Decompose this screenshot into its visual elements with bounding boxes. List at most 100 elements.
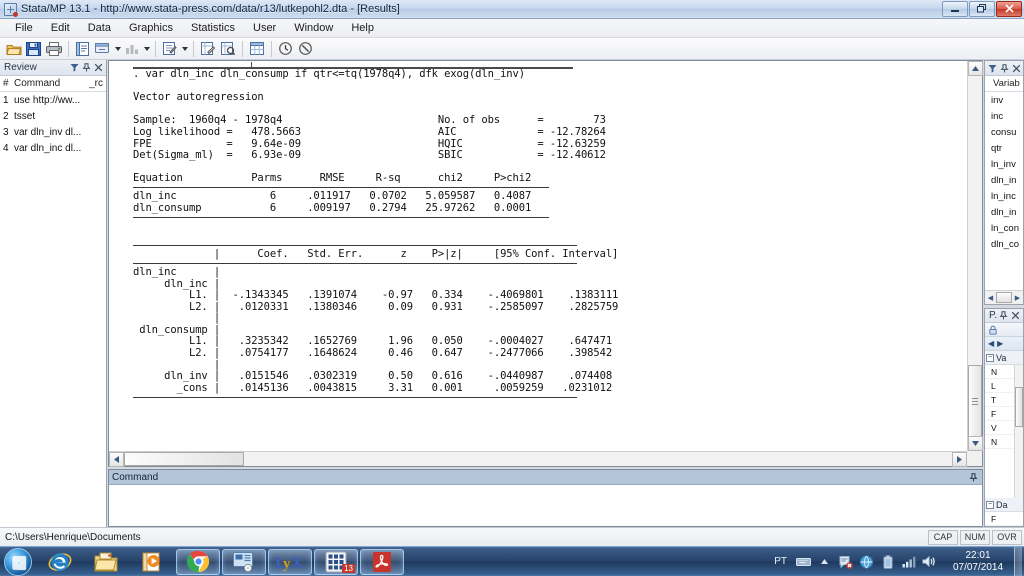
scroll-left-button[interactable]: ◀ [986,294,995,302]
taskbar-lyx-icon[interactable]: L y X [268,548,312,575]
review-row-command: var dln_inc dl... [14,142,82,154]
properties-group-label: Va [996,352,1007,363]
list-item[interactable]: dln_in [985,172,1023,188]
list-item[interactable]: qtr [985,140,1023,156]
graph-dropdown-arrow-icon[interactable] [142,39,151,58]
lock-icon[interactable] [987,324,999,336]
close-icon[interactable] [1010,62,1022,74]
data-browser-icon[interactable] [218,39,237,58]
clock-icon[interactable] [276,39,295,58]
properties-vscroll-thumb[interactable] [1015,387,1023,427]
clock-date: 07/07/2014 [952,561,1004,573]
keyboard-icon[interactable] [795,553,812,570]
review-row[interactable]: 3 var dln_inv dl... [0,124,106,140]
volume-icon[interactable] [921,553,938,570]
network-icon[interactable] [858,553,875,570]
variables-column-header[interactable]: Variab [985,76,1023,92]
pin-icon[interactable] [80,62,92,74]
properties-group-data[interactable]: − Da [985,498,1023,512]
taskbar-adobe-reader-icon[interactable] [360,548,404,575]
scroll-down-button[interactable] [968,436,983,451]
list-item[interactable]: dln_co [985,236,1023,252]
variables-hscroll-thumb[interactable] [996,292,1012,303]
show-hidden-icon[interactable] [816,553,833,570]
close-icon[interactable] [92,62,104,74]
list-item[interactable]: ln_inc [985,188,1023,204]
print-icon[interactable] [44,39,63,58]
review-row[interactable]: 2 tsset [0,108,106,124]
log-icon[interactable] [73,39,92,58]
collapse-icon[interactable]: − [986,353,994,362]
menu-edit[interactable]: Edit [42,20,79,36]
variables-manager-icon[interactable] [247,39,266,58]
review-row[interactable]: 4 var dln_inc dl... [0,140,106,156]
results-hscroll-thumb[interactable] [124,452,244,466]
taskbar-file-explorer-icon[interactable] [84,549,128,575]
taskbar-control-panel-icon[interactable] [222,548,266,575]
pin-icon[interactable] [997,310,1009,322]
battery-icon[interactable] [879,553,896,570]
menu-data[interactable]: Data [79,20,120,36]
taskbar-clock[interactable]: 22:01 07/07/2014 [946,550,1010,574]
scroll-left-button[interactable] [109,452,124,467]
do-editor-dropdown-arrow-icon[interactable] [180,39,189,58]
taskbar-google-chrome-icon[interactable] [176,548,220,575]
properties-back-button[interactable]: ◀ [988,339,994,348]
filter-icon[interactable] [986,62,998,74]
results-horizontal-scrollbar[interactable] [109,451,967,467]
working-directory-path: C:\Users\Henrique\Documents [5,531,141,543]
list-item[interactable]: consu [985,124,1023,140]
command-input[interactable] [109,485,982,526]
list-item[interactable]: dln_in [985,204,1023,220]
signal-icon[interactable] [900,553,917,570]
viewer-icon[interactable] [93,39,112,58]
property-row[interactable]: F [985,512,1023,526]
filter-icon[interactable] [68,62,80,74]
variables-horizontal-scrollbar[interactable]: ◀ ▶ [985,290,1023,304]
collapse-icon[interactable]: − [986,500,994,509]
properties-panel: P... ◀ [984,308,1024,527]
menu-file[interactable]: File [6,20,42,36]
properties-vertical-scrollbar[interactable] [1014,365,1023,498]
taskbar-windows-media-player-icon[interactable] [130,549,174,575]
list-item[interactable]: ln_con [985,220,1023,236]
viewer-dropdown-arrow-icon[interactable] [113,39,122,58]
do-editor-icon[interactable] [160,39,179,58]
list-item[interactable]: inc [985,108,1023,124]
scroll-right-button[interactable] [952,452,967,467]
start-button[interactable] [4,547,32,576]
language-indicator[interactable]: PT [774,556,787,567]
results-vscroll-thumb[interactable] [968,365,982,437]
command-input-area[interactable] [109,485,982,526]
scroll-up-button[interactable] [968,61,983,76]
results-output[interactable]: . var dln_inc dln_consump if qtr<=tq(197… [109,61,967,451]
pin-icon[interactable] [998,62,1010,74]
close-button[interactable] [996,0,1022,17]
action-center-icon[interactable] [837,553,854,570]
show-desktop-button[interactable] [1014,546,1022,576]
results-vertical-scrollbar[interactable] [967,61,983,451]
stata-application-window: Stata/MP 13.1 - http://www.stata-press.c… [0,0,1024,576]
list-item[interactable]: ln_inv [985,156,1023,172]
open-icon[interactable] [4,39,23,58]
review-row[interactable]: 1 use http://ww... [0,92,106,108]
restore-button[interactable] [969,0,995,17]
list-item[interactable]: inv [985,92,1023,108]
menu-window[interactable]: Window [285,20,342,36]
pin-icon[interactable] [968,472,979,483]
menu-help[interactable]: Help [342,20,383,36]
taskbar-internet-explorer-icon[interactable] [38,549,82,575]
menu-graphics[interactable]: Graphics [120,20,182,36]
save-icon[interactable] [24,39,43,58]
taskbar-stata-icon[interactable]: 13 [314,548,358,575]
menu-statistics[interactable]: Statistics [182,20,244,36]
data-editor-icon[interactable] [198,39,217,58]
scroll-right-button[interactable]: ▶ [1013,294,1022,302]
menu-user[interactable]: User [244,20,285,36]
graph-icon[interactable] [122,39,141,58]
properties-forward-button[interactable]: ▶ [997,339,1003,348]
break-icon[interactable] [296,39,315,58]
minimize-button[interactable] [942,0,968,17]
close-icon[interactable] [1009,310,1021,322]
properties-group-variables[interactable]: − Va [985,351,1023,365]
